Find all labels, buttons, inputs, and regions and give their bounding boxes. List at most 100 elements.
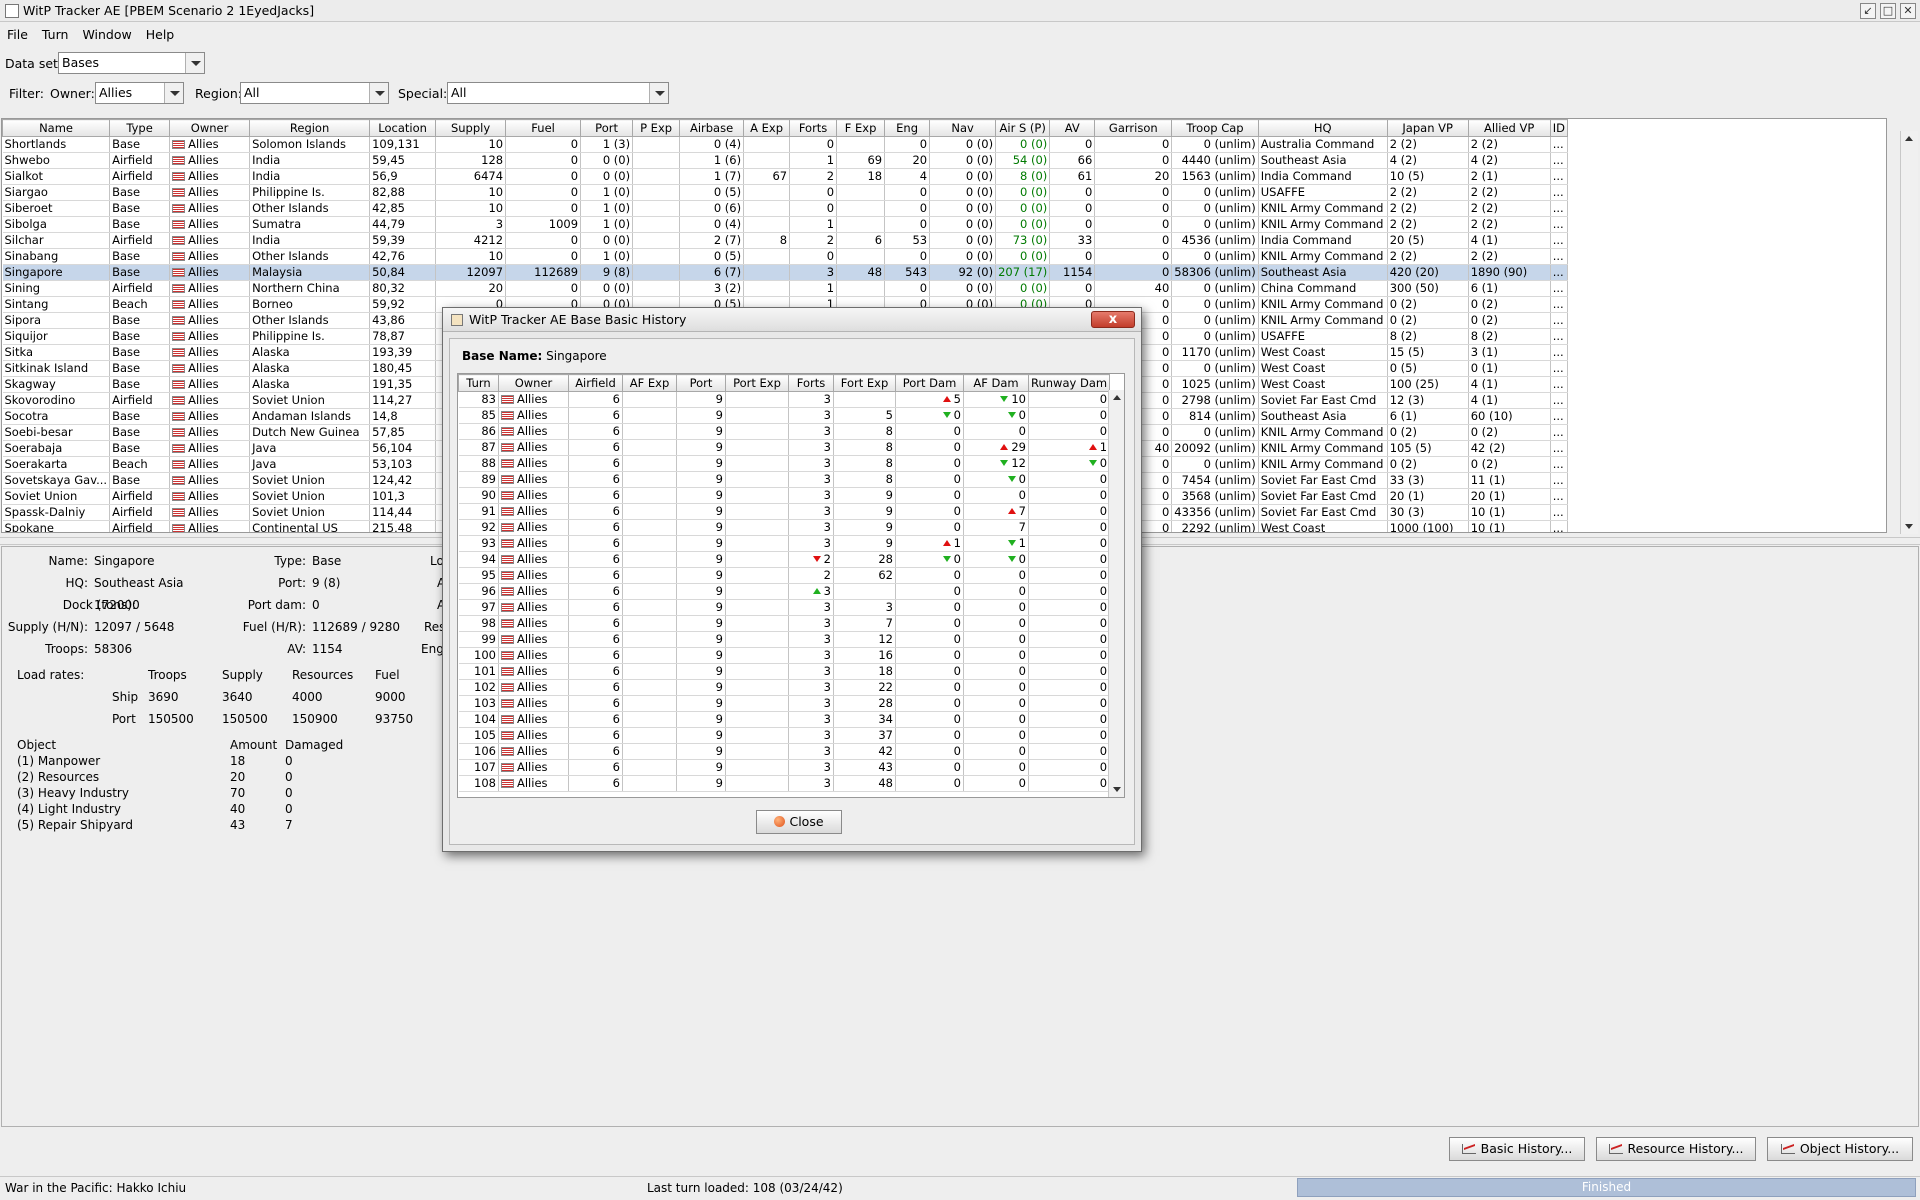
maximize-icon[interactable]: □ [1880,3,1896,19]
column-header-supply[interactable]: Supply [435,119,507,137]
dialog-close-icon[interactable]: x [1091,311,1135,328]
history-row[interactable]: 103 Allies 6 9 3 28 0 0 0 [458,695,1111,712]
column-header-id[interactable]: ID [1549,119,1568,137]
history-cell-port: 9 [676,551,726,568]
lr-ship-fuel: 9000 [375,690,406,704]
column-header-troop-cap[interactable]: Troop Cap [1171,119,1259,137]
object-history-button[interactable]: Object History... [1767,1137,1913,1161]
cell-text: 100 (25) [1389,377,1439,391]
menu-help[interactable]: Help [139,27,182,42]
table-row[interactable]: Siberoet Base Allies Other Islands 42,85 10 0 1… [2,200,1568,217]
history-row[interactable]: 94 Allies 6 9 2 28 0 0 0 [458,551,1111,568]
history-row[interactable]: 86 Allies 6 9 3 8 0 0 0 [458,423,1111,440]
column-header-eng[interactable]: Eng [884,119,931,137]
history-row[interactable]: 100 Allies 6 9 3 16 0 0 0 [458,647,1111,664]
table-cell: 57,85 [369,424,437,441]
dialog-close-button[interactable]: Close [756,810,842,834]
column-header-japan-vp[interactable]: Japan VP [1386,119,1469,137]
minimize-icon[interactable]: ↙ [1860,3,1876,19]
column-header-type[interactable]: Type [109,119,171,137]
history-row[interactable]: 87 Allies 6 9 3 8 0 29 1 [458,439,1111,456]
history-cell-afdam: 0 [963,615,1029,632]
column-header-airbase[interactable]: Airbase [679,119,745,137]
special-select[interactable]: All [447,82,669,104]
column-header-f-exp[interactable]: F Exp [836,119,886,137]
column-header-p-exp[interactable]: P Exp [632,119,681,137]
table-row[interactable]: Silchar Airfield Allies India 59,39 4212 0 0 (0… [2,232,1568,249]
table-cell: 61 [1049,168,1096,185]
history-row[interactable]: 92 Allies 6 9 3 9 0 7 0 [458,519,1111,536]
history-row[interactable]: 101 Allies 6 9 3 18 0 0 0 [458,663,1111,680]
bases-scrollbar[interactable] [1900,131,1918,534]
history-header-fort-exp[interactable]: Fort Exp [833,374,896,392]
column-header-hq[interactable]: HQ [1257,119,1388,137]
history-row[interactable]: 85 Allies 6 9 3 5 0 0 0 [458,407,1111,424]
history-row[interactable]: 104 Allies 6 9 3 34 0 0 0 [458,711,1111,728]
object-amount: 43 [230,818,246,832]
history-row[interactable]: 102 Allies 6 9 3 22 0 0 0 [458,679,1111,696]
table-cell: 3 [435,216,507,233]
history-header-runway-dam[interactable]: Runway Dam [1027,374,1111,392]
column-header-forts[interactable]: Forts [789,119,838,137]
table-row[interactable]: Sining Airfield Allies Northern China 80,32 2… [2,280,1568,297]
column-header-owner[interactable]: Owner [169,119,251,137]
scroll-up-icon[interactable] [1109,390,1124,406]
history-row[interactable]: 90 Allies 6 9 3 9 0 0 0 [458,487,1111,504]
table-row[interactable]: Sialkot Airfield Allies India 56,9 6474 0 0 (0)… [2,168,1568,185]
table-row[interactable]: Shwebo Airfield Allies India 59,45 128 0 0 (0) 1… [2,152,1568,169]
history-header-af-exp[interactable]: AF Exp [622,374,677,392]
column-header-name[interactable]: Name [2,119,111,137]
history-header-forts[interactable]: Forts [788,374,834,392]
table-row[interactable]: Siargao Base Allies Philippine Is. 82,88 10 0 1… [2,184,1568,201]
history-header-owner[interactable]: Owner [498,374,569,392]
scroll-up-icon[interactable] [1901,131,1918,147]
history-header-port-dam[interactable]: Port Dam [895,374,964,392]
column-header-av[interactable]: AV [1049,119,1096,137]
history-header-port-exp[interactable]: Port Exp [725,374,789,392]
column-header-a-exp[interactable]: A Exp [743,119,791,137]
history-row[interactable]: 97 Allies 6 9 3 3 0 0 0 [458,599,1111,616]
history-row[interactable]: 95 Allies 6 9 2 62 0 0 0 [458,567,1111,584]
scroll-down-icon[interactable] [1109,781,1124,797]
owner-select[interactable]: Allies [95,82,184,104]
table-row[interactable]: Shortlands Base Allies Solomon Islands 109,1… [2,136,1568,153]
history-row[interactable]: 107 Allies 6 9 3 43 0 0 0 [458,759,1111,776]
menu-window[interactable]: Window [75,27,138,42]
history-row[interactable]: 108 Allies 6 9 3 48 0 0 0 [458,775,1111,792]
history-row[interactable]: 99 Allies 6 9 3 12 0 0 0 [458,631,1111,648]
table-row[interactable]: Sibolga Base Allies Sumatra 44,79 3 1009 1 (0) 0… [2,216,1568,233]
history-header-airfield[interactable]: Airfield [568,374,623,392]
column-header-fuel[interactable]: Fuel [505,119,582,137]
dialog-title-bar[interactable]: WitP Tracker AE Base Basic History x [443,308,1141,332]
history-header-af-dam[interactable]: AF Dam [963,374,1029,392]
close-icon[interactable]: ✕ [1900,3,1916,19]
table-row[interactable]: Singapore Base Allies Malaysia 50,84 12097 112… [2,264,1568,281]
history-row[interactable]: 93 Allies 6 9 3 9 1 1 0 [458,535,1111,552]
scroll-down-icon[interactable] [1901,518,1918,534]
column-header-nav[interactable]: Nav [929,119,997,137]
history-header-port[interactable]: Port [676,374,726,392]
history-row[interactable]: 88 Allies 6 9 3 8 0 12 0 [458,455,1111,472]
resource-history-button[interactable]: Resource History... [1596,1137,1756,1161]
dataset-select[interactable]: Bases [58,52,205,74]
history-row[interactable]: 106 Allies 6 9 3 42 0 0 0 [458,743,1111,760]
history-row[interactable]: 83 Allies 6 9 3 5 10 0 [458,391,1111,408]
history-scrollbar[interactable] [1108,390,1124,797]
history-row[interactable]: 89 Allies 6 9 3 8 0 0 0 [458,471,1111,488]
basic-history-button[interactable]: Basic History... [1449,1137,1585,1161]
history-row[interactable]: 105 Allies 6 9 3 37 0 0 0 [458,727,1111,744]
menu-turn[interactable]: Turn [35,27,76,42]
column-header-port[interactable]: Port [580,119,634,137]
table-row[interactable]: Sinabang Base Allies Other Islands 42,76 10 0 1… [2,248,1568,265]
history-row[interactable]: 96 Allies 6 9 3 0 0 0 [458,583,1111,600]
column-header-garrison[interactable]: Garrison [1094,119,1173,137]
column-header-air-s-p-[interactable]: Air S (P) [995,119,1051,137]
column-header-region[interactable]: Region [249,119,371,137]
history-row[interactable]: 98 Allies 6 9 3 7 0 0 0 [458,615,1111,632]
history-row[interactable]: 91 Allies 6 9 3 9 0 7 0 [458,503,1111,520]
column-header-location[interactable]: Location [369,119,437,137]
menu-file[interactable]: File [0,27,35,42]
column-header-allied-vp[interactable]: Allied VP [1467,119,1551,137]
history-header-turn[interactable]: Turn [458,374,499,392]
region-select[interactable]: All [240,82,389,104]
